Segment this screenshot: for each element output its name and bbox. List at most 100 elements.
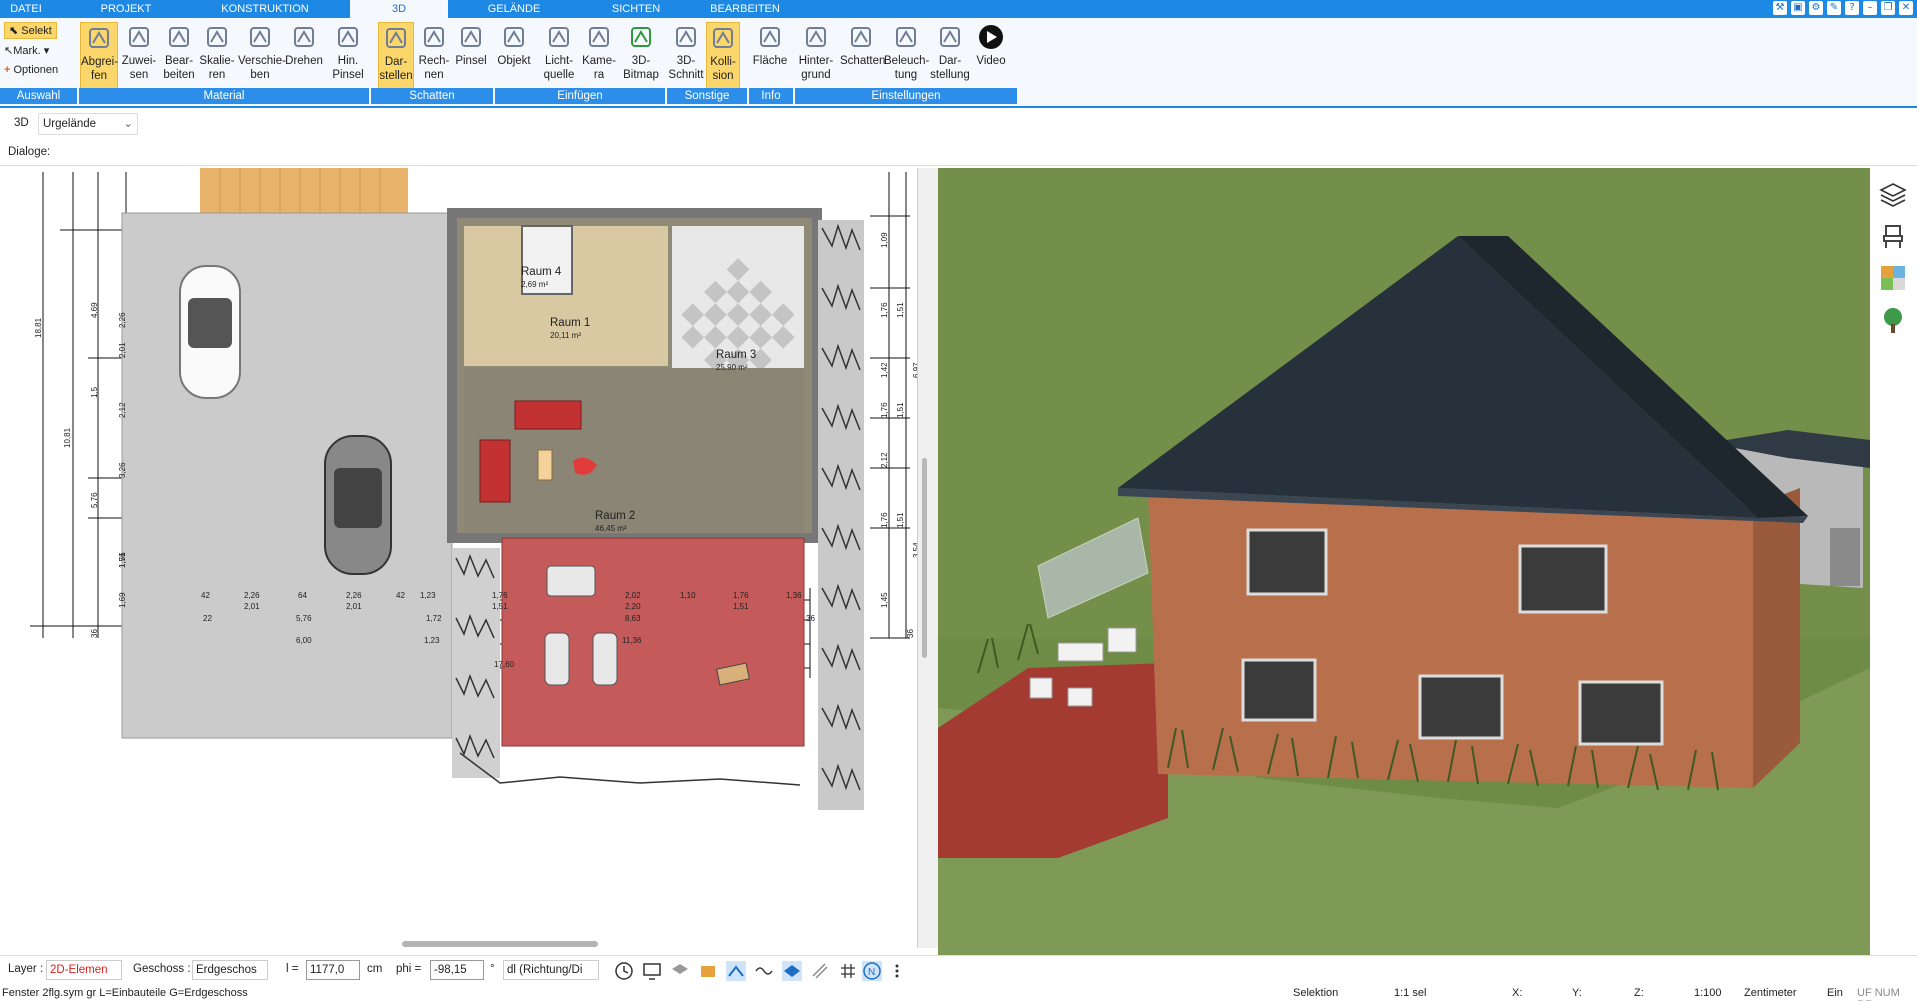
menu-tab-datei[interactable]: DATEI [0, 0, 52, 18]
plane-icon[interactable] [782, 961, 802, 981]
screen-icon[interactable] [642, 961, 662, 981]
dimension-label: 42 [201, 591, 210, 600]
room-area: 2,69 m² [521, 280, 549, 289]
ribbon-button-7[interactable]: Hin. Pinsel [330, 22, 366, 92]
ribbon-button-5[interactable]: Verschie-ben [238, 22, 286, 92]
close-icon[interactable]: ✕ [1899, 1, 1913, 15]
menu-tab-3d[interactable]: 3D [350, 0, 448, 18]
menu-tab-sichten[interactable]: SICHTEN [600, 0, 672, 18]
dimension-label: 1,23 [420, 591, 436, 600]
dimension-label: 1,10 [680, 591, 696, 600]
room-label: Raum 2 [595, 510, 636, 522]
settings-icon[interactable]: ⚙ [1809, 1, 1823, 15]
material-icon[interactable] [1879, 264, 1907, 292]
ribbon-tool-icon [549, 27, 569, 47]
ribbon-button-3[interactable]: Bear-beiten [160, 22, 198, 92]
floor-select[interactable]: Erdgeschos [192, 960, 268, 980]
ribbon-tool-icon [250, 27, 270, 47]
tree-icon[interactable] [1879, 306, 1907, 334]
clock-icon[interactable] [614, 961, 634, 981]
object-icon[interactable] [698, 961, 718, 981]
ribbon-tool-icon [806, 27, 826, 47]
mark-button[interactable]: ↖Mark. ▾ [4, 44, 49, 57]
ribbon-button-17[interactable]: Fläche [752, 22, 788, 92]
3d-view[interactable] [938, 168, 1870, 955]
options-icon: + [4, 64, 11, 76]
ribbon-button-22[interactable]: Video [976, 22, 1006, 92]
ribbon-button-15[interactable]: 3D- Schnitt [668, 22, 704, 92]
dimension-label: 22 [203, 614, 212, 623]
ribbon-button-20[interactable]: Beleuch-tung [884, 22, 929, 92]
menu-tab-gelaende[interactable]: GELÄNDE [476, 0, 552, 18]
dimension-label: 1,76 [733, 591, 749, 600]
chair-icon[interactable] [1879, 222, 1907, 250]
snap-icon[interactable] [726, 961, 746, 981]
dimension-label: 1,76 [880, 512, 889, 528]
floor-plan-svg[interactable] [0, 168, 918, 948]
ribbon-button-2[interactable]: Zuwei-sen [120, 22, 158, 92]
dimension-label: 1,5 [90, 386, 99, 398]
plan-view[interactable]: Raum 4 2,69 m² Raum 1 20,11 m² Raum 3 25… [0, 168, 918, 948]
layer-select[interactable]: 2D-Elemen [46, 960, 122, 980]
options-button[interactable]: + Optionen [4, 64, 58, 76]
dimension-label: 2,26 [118, 312, 127, 328]
3d-scene-svg[interactable] [938, 168, 1870, 955]
restore-icon[interactable]: ❐ [1881, 1, 1895, 15]
ribbon-button-18[interactable]: Hinter-grund [796, 22, 836, 92]
dimension-label: 2,20 [625, 602, 641, 611]
select-button[interactable]: ⬉ Selekt [4, 22, 57, 39]
wave-icon[interactable] [754, 961, 774, 981]
splitter-handle[interactable] [922, 458, 927, 658]
tools-icon[interactable]: ⚒ [1773, 1, 1787, 15]
view-splitter[interactable] [918, 168, 938, 948]
ribbon-button-6[interactable]: Drehen [285, 22, 323, 92]
direction-select[interactable]: dl (Richtung/Di [503, 960, 599, 980]
ribbon-tool-icon [504, 27, 524, 47]
ribbon-button-label: Skalie- [199, 55, 235, 67]
terrain-select[interactable]: Urgelände ⌄ [38, 113, 138, 135]
dimension-label: 6,00 [296, 636, 312, 645]
ribbon-tool-icon [631, 27, 651, 47]
layers-toggle-icon[interactable] [670, 961, 690, 981]
ribbon-button-8[interactable]: Dar-stellen [378, 22, 414, 92]
grid-icon[interactable] [838, 961, 858, 981]
ribbon-button-14[interactable]: 3D- Bitmap [622, 22, 660, 92]
ribbon-button-16[interactable]: Kolli-sion [706, 22, 740, 92]
ribbon-button-9[interactable]: Rech-nen [416, 22, 452, 92]
ribbon-button-21[interactable]: Dar-stellung [930, 22, 970, 92]
menu-tab-konstruktion[interactable]: KONSTRUKTION [210, 0, 320, 18]
ribbon-button-10[interactable]: Pinsel [454, 22, 488, 92]
palette-icon[interactable]: ✎ [1827, 1, 1841, 15]
hatch-icon[interactable] [810, 961, 830, 981]
dimension-label: 36 [90, 629, 99, 638]
ribbon-button-19[interactable]: Schatten [840, 22, 885, 92]
menu-tab-bearbeiten[interactable]: BEARBEITEN [700, 0, 790, 18]
help-icon[interactable]: ? [1845, 1, 1859, 15]
chevron-down-icon: ⌄ [123, 118, 133, 130]
window-icon[interactable]: ▣ [1791, 1, 1805, 15]
layers-icon[interactable] [1879, 180, 1907, 208]
ribbon-button-label: stellung [930, 69, 970, 81]
ribbon-button-13[interactable]: Kame-ra [582, 22, 616, 92]
length-input[interactable]: 1177,0 [306, 960, 360, 980]
ribbon-button-11[interactable]: Objekt [496, 22, 532, 92]
x-coord: X: [1512, 987, 1523, 999]
right-toolbar [1870, 168, 1917, 955]
ribbon-button-4[interactable]: Skalie-ren [198, 22, 236, 92]
ribbon-button-label: 3D- [676, 55, 696, 67]
more-icon[interactable] [892, 961, 902, 981]
dimension-label: 4,69 [90, 302, 99, 318]
north-icon[interactable]: N [862, 961, 882, 981]
ribbon-button-label: Kolli- [710, 56, 736, 68]
ribbon-button-12[interactable]: Licht-quelle [540, 22, 578, 92]
ribbon-button-1[interactable]: Abgrei-fen [80, 22, 118, 92]
menu-tab-projekt[interactable]: PROJEKT [94, 0, 158, 18]
phi-input[interactable]: -98,15 [430, 960, 484, 980]
ribbon-button-label: Objekt [497, 55, 531, 67]
ribbon-button-label: Video [976, 55, 1006, 67]
ribbon-button-label: tung [894, 69, 918, 81]
group-einfuegen: Einfügen [495, 88, 665, 104]
unit-info: Zentimeter [1744, 987, 1797, 999]
minimize-icon[interactable]: – [1863, 1, 1877, 15]
dimension-label: 2,12 [880, 452, 889, 468]
